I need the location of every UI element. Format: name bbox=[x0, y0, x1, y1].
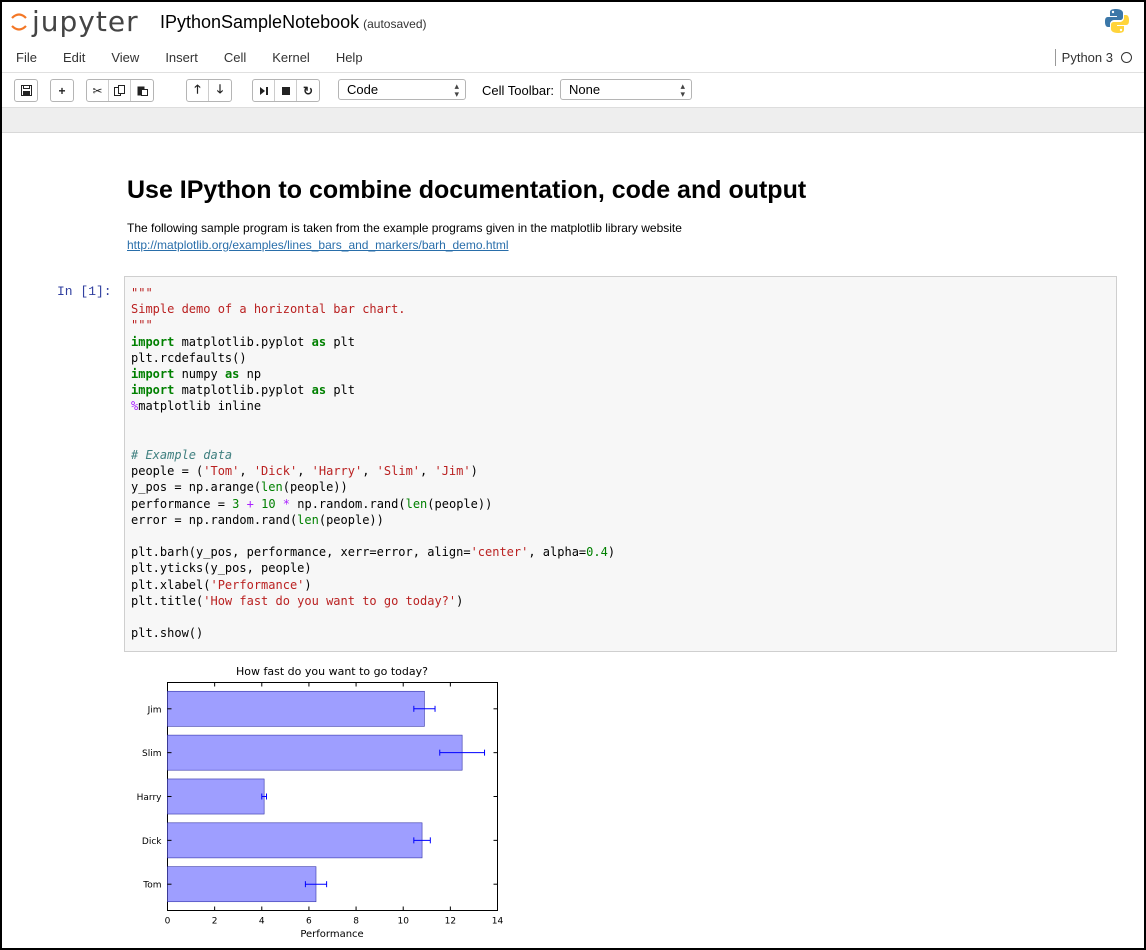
matplotlib-link[interactable]: http://matplotlib.org/examples/lines_bar… bbox=[127, 238, 509, 252]
bar-chart: How fast do you want to go today? Perfor… bbox=[137, 665, 504, 938]
menu-file[interactable]: File bbox=[16, 50, 37, 65]
bar bbox=[167, 778, 265, 815]
restart-kernel-button[interactable]: ↻ bbox=[297, 80, 319, 101]
y-tick-label: Tom bbox=[142, 881, 161, 891]
logo-text: jupyter bbox=[32, 5, 139, 38]
menu: File Edit View Insert Cell Kernel Help bbox=[16, 50, 389, 65]
arrow-up-icon: 🡑 bbox=[194, 82, 201, 96]
menu-edit[interactable]: Edit bbox=[63, 50, 85, 65]
run-cell-button[interactable] bbox=[253, 80, 275, 101]
notebook-window: jupyter IPythonSampleNotebook (autosaved)… bbox=[0, 0, 1146, 950]
x-tick-label: 8 bbox=[353, 917, 359, 927]
edit-group: ✂ bbox=[86, 79, 154, 102]
bar bbox=[167, 734, 463, 771]
cut-button[interactable]: ✂ bbox=[87, 80, 109, 101]
select-arrows-icon: ▴ ▾ bbox=[680, 81, 685, 99]
menu-view[interactable]: View bbox=[111, 50, 139, 65]
x-tick-label: 0 bbox=[165, 917, 171, 927]
notebook-title[interactable]: IPythonSampleNotebook (autosaved) bbox=[160, 12, 427, 33]
notebook-name[interactable]: IPythonSampleNotebook bbox=[160, 12, 359, 32]
insert-cell-button[interactable]: + bbox=[51, 80, 73, 101]
kernel-idle-icon bbox=[1121, 52, 1132, 63]
x-tick-label: 10 bbox=[397, 917, 409, 927]
jupyter-logo[interactable]: jupyter bbox=[10, 7, 139, 37]
menubar: File Edit View Insert Cell Kernel Help P… bbox=[2, 42, 1144, 73]
y-tick-label: Dick bbox=[142, 837, 162, 847]
scissors-icon: ✂ bbox=[92, 83, 103, 98]
x-axis-label: Performance bbox=[300, 929, 363, 938]
notebook-top-shadow bbox=[2, 108, 1144, 133]
run-group: ↻ bbox=[252, 79, 320, 102]
kernel-separator bbox=[1054, 49, 1056, 66]
save-button[interactable] bbox=[15, 80, 37, 101]
y-tick-label: Harry bbox=[137, 793, 163, 803]
save-group bbox=[14, 79, 38, 102]
kernel-indicator: Python 3 bbox=[1054, 49, 1132, 66]
cell-type-value: Code bbox=[347, 82, 379, 97]
plus-icon: + bbox=[58, 83, 66, 98]
move-group: 🡑 🡓 bbox=[186, 79, 232, 102]
x-tick-label: 14 bbox=[492, 917, 504, 927]
cell-toolbar-value: None bbox=[569, 82, 601, 97]
python-logo-icon bbox=[1105, 9, 1129, 33]
copy-button[interactable] bbox=[109, 80, 131, 101]
copy-icon bbox=[114, 85, 125, 96]
move-down-button[interactable]: 🡓 bbox=[209, 80, 231, 101]
code-editor[interactable]: """ Simple demo of a horizontal bar char… bbox=[131, 285, 615, 641]
header: jupyter IPythonSampleNotebook (autosaved) bbox=[2, 2, 1144, 42]
bar bbox=[167, 690, 425, 727]
x-tick-label: 6 bbox=[306, 917, 312, 927]
paste-button[interactable] bbox=[131, 80, 153, 101]
move-up-button[interactable]: 🡑 bbox=[187, 80, 209, 101]
select-arrows-icon: ▴ ▾ bbox=[454, 81, 459, 99]
kernel-name: Python 3 bbox=[1061, 50, 1113, 65]
chart-title: How fast do you want to go today? bbox=[236, 665, 428, 678]
menu-help[interactable]: Help bbox=[336, 50, 363, 65]
bar bbox=[167, 822, 423, 859]
insert-group: + bbox=[50, 79, 74, 102]
code-cell[interactable]: """ Simple demo of a horizontal bar char… bbox=[124, 276, 1117, 652]
cell-toolbar-label: Cell Toolbar: bbox=[482, 83, 555, 98]
stop-icon bbox=[281, 86, 290, 95]
jupyter-orbit-icon bbox=[11, 13, 27, 31]
x-tick-label: 12 bbox=[445, 917, 456, 927]
cell-type-select[interactable]: Code ▴ ▾ bbox=[338, 79, 466, 100]
paste-icon bbox=[137, 86, 148, 96]
y-tick-label: Slim bbox=[142, 749, 161, 759]
step-forward-icon bbox=[259, 86, 268, 95]
cell-toolbar-select[interactable]: None ▴ ▾ bbox=[560, 79, 692, 100]
autosave-status: (autosaved) bbox=[363, 17, 427, 31]
input-prompt: In [1]: bbox=[57, 284, 112, 299]
markdown-heading: Use IPython to combine documentation, co… bbox=[127, 176, 807, 204]
x-tick-label: 4 bbox=[259, 917, 265, 927]
toolbar: + ✂ 🡑 🡓 ↻ Code ▴ ▾ Cell Toolbar: None ▴ … bbox=[2, 73, 1144, 108]
floppy-disk-icon bbox=[20, 85, 32, 96]
arrow-down-icon: 🡓 bbox=[216, 82, 224, 96]
paragraph-text: The following sample program is taken fr… bbox=[127, 221, 682, 235]
x-tick-label: 2 bbox=[212, 917, 218, 927]
menu-insert[interactable]: Insert bbox=[165, 50, 198, 65]
y-tick-label: Jim bbox=[147, 705, 162, 715]
menu-cell[interactable]: Cell bbox=[224, 50, 246, 65]
interrupt-kernel-button[interactable] bbox=[275, 80, 297, 101]
markdown-paragraph: The following sample program is taken fr… bbox=[127, 220, 682, 254]
bar bbox=[167, 866, 317, 903]
menu-kernel[interactable]: Kernel bbox=[272, 50, 310, 65]
restart-icon: ↻ bbox=[302, 83, 314, 98]
